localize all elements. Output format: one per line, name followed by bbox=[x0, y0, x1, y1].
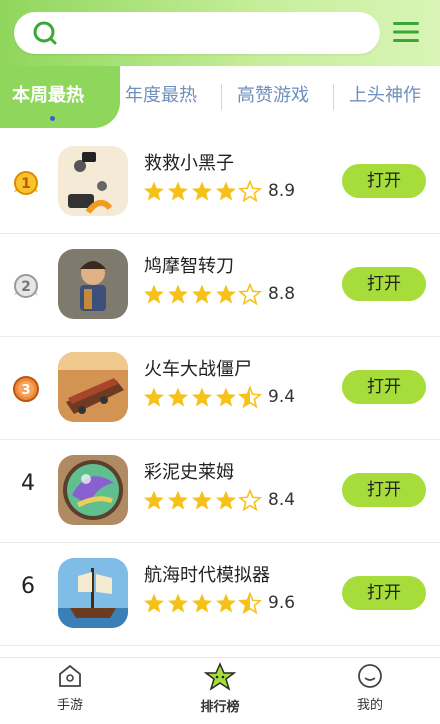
star-mark bbox=[216, 387, 236, 407]
list-item[interactable]: 1 救救小黑子 8.9 打开 bbox=[0, 130, 440, 234]
rating-stars bbox=[144, 386, 262, 409]
tab-yearly-hot[interactable]: 年度最热 bbox=[125, 66, 197, 126]
menu-icon[interactable] bbox=[392, 19, 420, 45]
open-button[interactable]: 打开 bbox=[342, 473, 426, 507]
rank-number: 4 bbox=[21, 471, 35, 496]
star-mark bbox=[237, 386, 262, 409]
game-name: 火车大战僵尸 bbox=[144, 359, 252, 380]
game-name: 航海时代模拟器 bbox=[144, 565, 270, 586]
tab-addictive-hits[interactable]: 上头神作 bbox=[349, 66, 421, 126]
rating-score: 8.9 bbox=[268, 181, 296, 201]
bottom-nav: 手游 排行榜 我的 bbox=[0, 657, 440, 724]
tab-weekly-hot[interactable]: 本周最热 bbox=[12, 66, 84, 126]
nav-label: 我的 bbox=[356, 698, 383, 713]
tab-top-rated[interactable]: 高赞游戏 bbox=[237, 66, 309, 126]
game-icon-train[interactable] bbox=[58, 352, 128, 422]
star-icon bbox=[203, 662, 237, 691]
game-name: 彩泥史莱姆 bbox=[144, 462, 234, 483]
tab-active-indicator bbox=[50, 116, 55, 121]
star-mark bbox=[237, 180, 262, 203]
star-mark bbox=[192, 284, 212, 304]
nav-label: 排行榜 bbox=[200, 700, 240, 715]
star-mark bbox=[216, 181, 236, 201]
svg-text:1: 1 bbox=[21, 176, 31, 192]
game-name: 救救小黑子 bbox=[144, 153, 234, 174]
rating-stars bbox=[144, 592, 262, 615]
star-mark bbox=[192, 490, 212, 510]
game-name: 鸠摩智转刀 bbox=[144, 256, 234, 277]
game-icon-jiujiu[interactable] bbox=[58, 146, 128, 216]
star-mark bbox=[144, 181, 164, 201]
rating-stars bbox=[144, 489, 262, 512]
star-mark bbox=[168, 387, 188, 407]
svg-text:3: 3 bbox=[21, 383, 30, 398]
list-item[interactable]: 2 鸠摩智转刀 8.8 打开 bbox=[0, 233, 440, 337]
game-icon-jiumozhi[interactable] bbox=[58, 249, 128, 319]
rating-score: 8.4 bbox=[268, 490, 296, 510]
star-mark bbox=[144, 284, 164, 304]
star-mark bbox=[144, 593, 164, 613]
star-mark bbox=[168, 490, 188, 510]
star-mark bbox=[144, 387, 164, 407]
star-mark bbox=[192, 593, 212, 613]
home-icon bbox=[59, 664, 81, 687]
open-button[interactable]: 打开 bbox=[342, 370, 426, 404]
open-button[interactable]: 打开 bbox=[342, 267, 426, 301]
nav-label: 手游 bbox=[56, 698, 83, 713]
rating-score: 8.8 bbox=[268, 284, 296, 304]
star-mark bbox=[237, 592, 262, 615]
star-mark bbox=[237, 489, 262, 512]
tab-divider bbox=[333, 84, 334, 110]
game-icon-slime[interactable] bbox=[58, 455, 128, 525]
list-item[interactable]: 6 航海时代模拟器 9.6 打开 bbox=[0, 542, 440, 646]
rating-score: 9.6 bbox=[268, 593, 296, 613]
open-button[interactable]: 打开 bbox=[342, 576, 426, 610]
nav-item-mine[interactable]: 我的 bbox=[325, 662, 415, 713]
star-mark bbox=[216, 284, 236, 304]
star-mark bbox=[144, 490, 164, 510]
nav-item-games[interactable]: 手游 bbox=[25, 662, 115, 713]
game-icon-ship[interactable] bbox=[58, 558, 128, 628]
svg-text:2: 2 bbox=[21, 279, 31, 295]
rating-stars bbox=[144, 180, 262, 203]
star-mark bbox=[192, 387, 212, 407]
profile-icon bbox=[358, 664, 382, 688]
tab-divider bbox=[221, 84, 222, 110]
open-button[interactable]: 打开 bbox=[342, 164, 426, 198]
star-mark bbox=[168, 284, 188, 304]
star-mark bbox=[237, 283, 262, 306]
star-mark bbox=[168, 593, 188, 613]
search-icon bbox=[33, 21, 57, 45]
nav-item-ranking[interactable]: 排行榜 bbox=[175, 662, 265, 715]
star-mark bbox=[192, 181, 212, 201]
bronze-medal-icon: 3 bbox=[13, 376, 39, 402]
star-mark bbox=[216, 593, 236, 613]
rank-number: 6 bbox=[21, 574, 35, 599]
list-item[interactable]: 3 火车大战僵尸 9.4 打开 bbox=[0, 336, 440, 440]
rating-stars bbox=[144, 283, 262, 306]
silver-medal-icon: 2 bbox=[12, 274, 40, 298]
star-mark bbox=[168, 181, 188, 201]
rating-score: 9.4 bbox=[268, 387, 296, 407]
gold-medal-icon: 1 bbox=[12, 171, 40, 195]
list-item[interactable]: 4 彩泥史莱姆 8.4 打开 bbox=[0, 439, 440, 543]
search-bar[interactable] bbox=[14, 12, 380, 54]
star-mark bbox=[216, 490, 236, 510]
